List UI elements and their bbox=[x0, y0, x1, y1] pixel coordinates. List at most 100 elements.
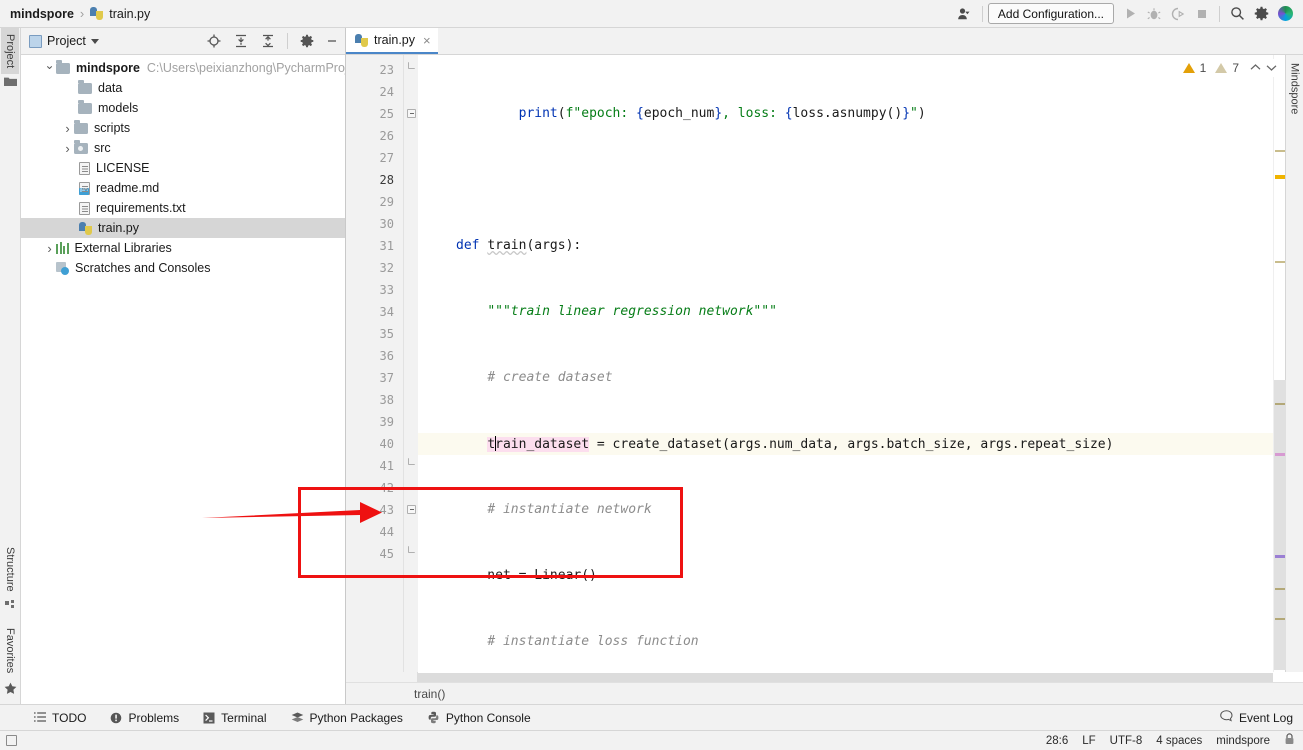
branch-name[interactable]: mindspore bbox=[1216, 735, 1270, 747]
fold-end-icon[interactable] bbox=[408, 458, 415, 465]
sidebar-item-mindspore[interactable]: Mindspore bbox=[1287, 59, 1303, 118]
tree-item-train-py[interactable]: train.py bbox=[21, 218, 345, 238]
line-number: 26 bbox=[379, 129, 394, 143]
add-configuration-button[interactable]: Add Configuration... bbox=[987, 3, 1114, 24]
chevron-right-icon[interactable] bbox=[61, 141, 74, 156]
tool-window-problems[interactable]: Problems bbox=[98, 711, 191, 725]
favorites-tab-label: Favorites bbox=[4, 627, 16, 673]
debug-icon[interactable] bbox=[1142, 2, 1166, 26]
tree-label: src bbox=[94, 141, 111, 155]
tool-window-label: Problems bbox=[128, 710, 180, 725]
sidebar-item-favorites[interactable]: Favorites bbox=[1, 622, 19, 679]
prev-problem-icon[interactable] bbox=[1250, 61, 1261, 75]
editor-marker-gutter[interactable] bbox=[1273, 55, 1286, 672]
close-icon[interactable]: × bbox=[423, 33, 431, 48]
code-line: print(f"epoch: {epoch_num}, loss: {loss.… bbox=[518, 106, 926, 121]
line-number-gutter[interactable]: 23 24 25 26 27 28 29 30 31 32 33 34 35 3… bbox=[346, 55, 404, 672]
panel-settings-gear-icon[interactable] bbox=[296, 30, 318, 52]
breadcrumb-project[interactable]: mindspore bbox=[10, 7, 74, 21]
tree-item-external-libraries[interactable]: External Libraries bbox=[21, 238, 345, 258]
marker-changed-line bbox=[1275, 453, 1285, 456]
marker-weak-warning bbox=[1275, 403, 1285, 405]
chevron-right-icon[interactable] bbox=[43, 241, 56, 256]
tool-window-python-packages[interactable]: Python Packages bbox=[279, 711, 415, 725]
show-tool-windows-icon[interactable] bbox=[6, 735, 17, 746]
warning-count: 1 bbox=[1199, 61, 1207, 75]
tree-item-requirements[interactable]: requirements.txt bbox=[21, 198, 345, 218]
lock-icon[interactable] bbox=[1284, 733, 1295, 748]
tab-label: train.py bbox=[374, 33, 415, 47]
line-number: 25 bbox=[379, 107, 394, 121]
tree-item-readme[interactable]: MD readme.md bbox=[21, 178, 345, 198]
star-icon bbox=[4, 682, 17, 698]
inspection-widget[interactable]: 1 7 bbox=[1178, 59, 1281, 77]
tree-label: train.py bbox=[98, 221, 139, 235]
project-panel-title: Project bbox=[47, 34, 86, 48]
toolbar-divider-2 bbox=[1219, 5, 1220, 22]
plugin-icon[interactable] bbox=[1273, 2, 1297, 26]
line-number: 41 bbox=[379, 459, 394, 473]
stop-icon[interactable] bbox=[1190, 2, 1214, 26]
fold-end-icon[interactable] bbox=[408, 62, 415, 69]
settings-gear-icon[interactable] bbox=[1249, 2, 1273, 26]
marker-warning bbox=[1275, 175, 1285, 179]
line-separator[interactable]: LF bbox=[1082, 735, 1095, 747]
project-toolbar: Project bbox=[21, 28, 345, 55]
tool-window-python-console[interactable]: Python Console bbox=[415, 711, 543, 725]
editor-breadcrumb[interactable]: train() bbox=[346, 682, 1303, 704]
hide-panel-icon[interactable] bbox=[323, 30, 345, 52]
caret-position[interactable]: 28:6 bbox=[1046, 735, 1068, 747]
fold-collapse-icon[interactable] bbox=[407, 109, 416, 118]
chevron-right-icon[interactable] bbox=[61, 121, 74, 136]
event-log-button[interactable]: Event Log bbox=[1220, 710, 1303, 725]
locate-target-icon[interactable] bbox=[203, 30, 225, 52]
code-editor[interactable]: print(f"epoch: {epoch_num}, loss: {loss.… bbox=[418, 55, 1273, 672]
tree-item-scripts[interactable]: scripts bbox=[21, 118, 345, 138]
python-file-icon bbox=[90, 7, 104, 20]
tree-item-scratches[interactable]: Scratches and Consoles bbox=[21, 258, 345, 278]
user-dropdown-icon[interactable] bbox=[953, 2, 977, 26]
sidebar-item-structure[interactable]: Structure bbox=[1, 541, 19, 598]
tool-window-label: Python Packages bbox=[309, 710, 403, 725]
file-encoding[interactable]: UTF-8 bbox=[1110, 735, 1143, 747]
breadcrumb-file[interactable]: train.py bbox=[109, 7, 150, 21]
run-icon[interactable] bbox=[1118, 2, 1142, 26]
editor-area: train.py × 1 7 23 24 25 26 27 28 29 30 3… bbox=[346, 28, 1303, 704]
marker-changed-line bbox=[1275, 555, 1285, 558]
fold-end-icon[interactable] bbox=[408, 546, 415, 553]
chevron-down-icon[interactable] bbox=[43, 61, 56, 75]
code-line: """train linear regression network""" bbox=[487, 304, 777, 319]
structure-tab-label: Structure bbox=[4, 547, 16, 592]
indent-setting[interactable]: 4 spaces bbox=[1156, 735, 1202, 747]
chevron-down-icon[interactable] bbox=[90, 38, 99, 44]
line-number: 36 bbox=[379, 349, 394, 363]
tree-item-data[interactable]: data bbox=[21, 78, 345, 98]
fold-collapse-icon[interactable] bbox=[407, 505, 416, 514]
python-file-icon bbox=[79, 221, 92, 235]
code-line: def train(args): bbox=[456, 238, 582, 253]
horizontal-scrollbar[interactable] bbox=[418, 673, 1273, 682]
scrollbar-thumb[interactable] bbox=[1274, 380, 1286, 670]
next-problem-icon[interactable] bbox=[1266, 61, 1277, 75]
right-tool-strip: Mindspore bbox=[1285, 55, 1303, 672]
tool-window-bar: TODO Problems Terminal Python Packages P… bbox=[0, 704, 1303, 730]
text-file-icon bbox=[79, 161, 90, 175]
tool-window-label: TODO bbox=[52, 710, 87, 725]
tree-item-mindspore[interactable]: mindspore C:\Users\peixianzhong\PycharmP… bbox=[21, 58, 345, 78]
search-icon[interactable] bbox=[1225, 2, 1249, 26]
packages-icon bbox=[291, 712, 304, 724]
collapse-all-icon[interactable] bbox=[257, 30, 279, 52]
project-tab-label: Project bbox=[4, 34, 16, 69]
tree-item-license[interactable]: LICENSE bbox=[21, 158, 345, 178]
code-folding-gutter[interactable] bbox=[404, 55, 418, 672]
tree-item-src[interactable]: src bbox=[21, 138, 345, 158]
sidebar-item-project[interactable]: Project bbox=[1, 28, 19, 75]
tab-train-py[interactable]: train.py × bbox=[346, 28, 438, 54]
run-with-coverage-icon[interactable] bbox=[1166, 2, 1190, 26]
tree-item-models[interactable]: models bbox=[21, 98, 345, 118]
tool-window-todo[interactable]: TODO bbox=[22, 711, 98, 725]
expand-all-icon[interactable] bbox=[230, 30, 252, 52]
project-tree[interactable]: mindspore C:\Users\peixianzhong\PycharmP… bbox=[21, 55, 345, 704]
tool-window-label: Terminal bbox=[221, 710, 267, 725]
tool-window-terminal[interactable]: Terminal bbox=[191, 711, 278, 725]
